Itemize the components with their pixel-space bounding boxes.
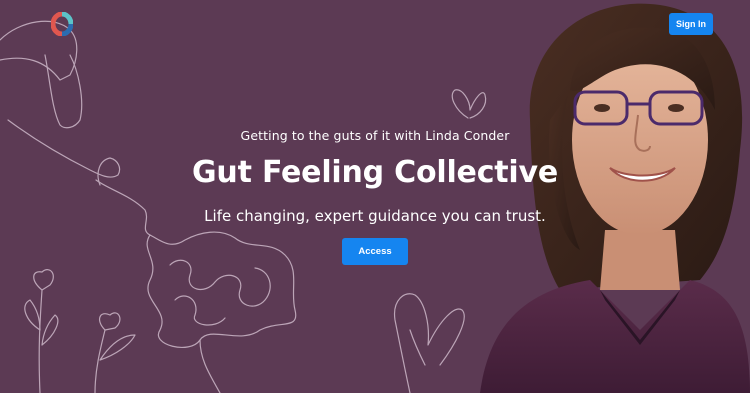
- hero-section: Sign In Getting to the guts of it with L…: [0, 0, 750, 393]
- sign-in-button[interactable]: Sign In: [669, 13, 713, 35]
- flower-drawing: [38, 289, 43, 393]
- page-title: Gut Feeling Collective: [191, 155, 559, 190]
- brand-logo-icon[interactable]: [51, 12, 73, 36]
- hero-subtitle: Life changing, expert guidance you can t…: [204, 207, 546, 225]
- access-button[interactable]: Access: [342, 238, 408, 265]
- hero-content: Getting to the guts of it with Linda Con…: [150, 128, 600, 265]
- hero-tagline: Getting to the guts of it with Linda Con…: [240, 128, 510, 143]
